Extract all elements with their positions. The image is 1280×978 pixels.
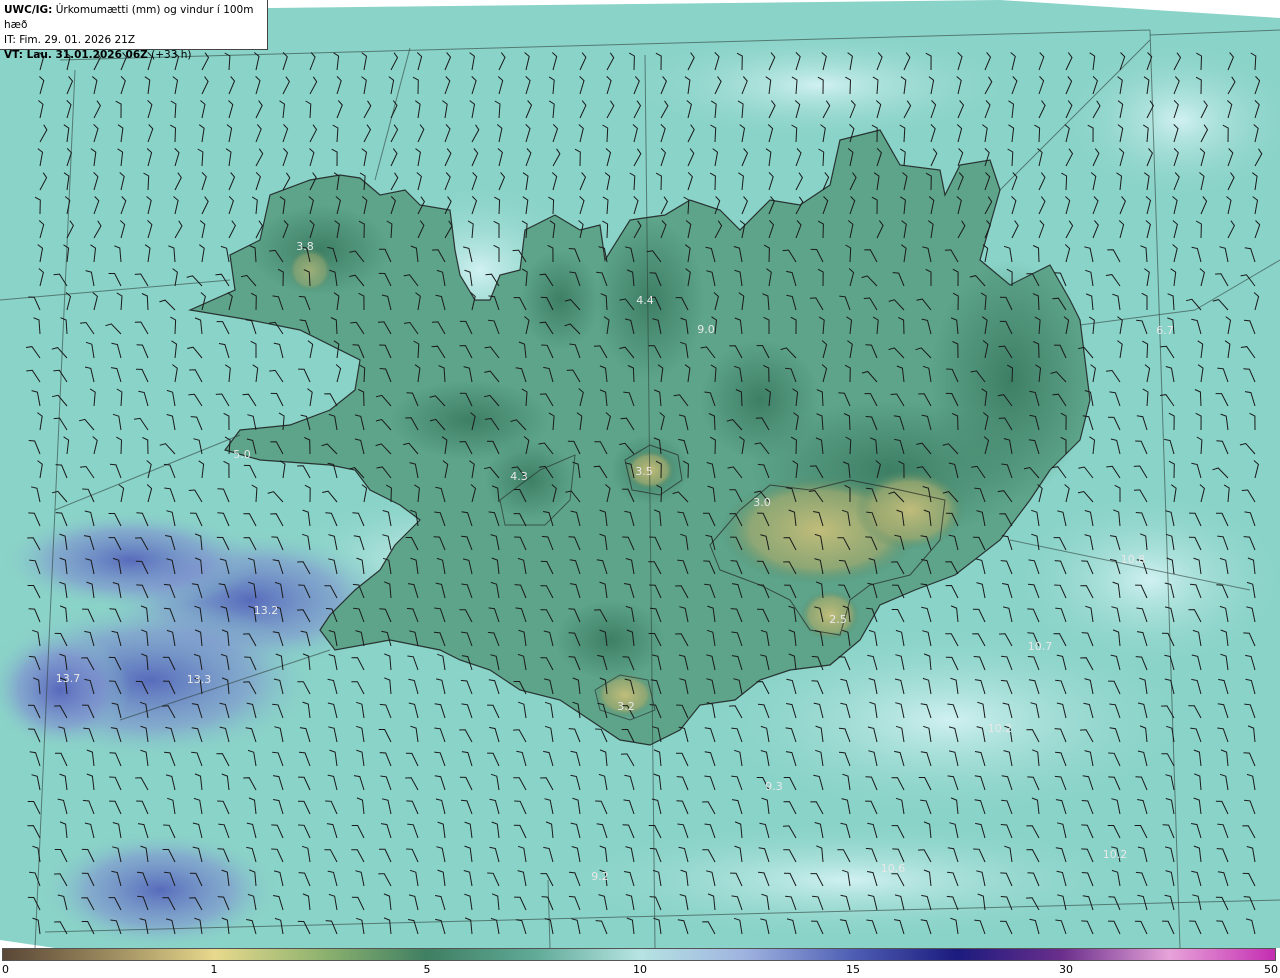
init-time: IT: Fim. 29. 01. 2026 21Z xyxy=(4,34,136,46)
title-line: UWC/IG: Úrkomumætti (mm) og vindur í 100… xyxy=(4,3,263,33)
lead-time: (+33 h) xyxy=(151,49,192,61)
precip-value-label: 9.3 xyxy=(765,780,783,793)
precip-value-label: 6.7 xyxy=(1156,324,1174,337)
colorbar-tick: 10 xyxy=(633,963,647,976)
colorbar-tick: 1 xyxy=(210,963,218,976)
precip-value-label: 9.0 xyxy=(697,323,715,336)
precip-value-label: 5.0 xyxy=(233,448,251,461)
valid-time: VT: Lau. 31.01.2026 06Z xyxy=(4,49,148,61)
precip-value-label: 13.3 xyxy=(187,673,212,686)
precip-value-label: 10.8 xyxy=(1121,553,1146,566)
info-box: UWC/IG: Úrkomumætti (mm) og vindur í 100… xyxy=(0,0,268,61)
colorbar-tick: 15 xyxy=(846,963,860,976)
colorbar-legend: 0 1 5 10 15 30 50 xyxy=(0,948,1280,978)
precip-value-label: 3.8 xyxy=(296,240,314,253)
colorbar-tick: 50 xyxy=(1264,963,1278,976)
valid-time-line: VT: Lau. 31.01.2026 06Z (+33 h) xyxy=(4,48,263,63)
colorbar-tick: 0 xyxy=(2,963,9,976)
precip-value-label: 10.6 xyxy=(881,862,906,875)
colorbar-tick: 5 xyxy=(423,963,431,976)
precip-value-label: 2.5 xyxy=(829,613,847,626)
precip-value-label: 10.2 xyxy=(1103,848,1128,861)
precip-value-label: 13.2 xyxy=(254,604,279,617)
precip-value-label: 13.7 xyxy=(56,672,81,685)
precip-value-label: 9.2 xyxy=(591,870,609,883)
precip-value-label: 4.3 xyxy=(510,470,528,483)
precip-value-label: 3.2 xyxy=(617,700,635,713)
colorbar-tick: 30 xyxy=(1059,963,1073,976)
map-canvas: 3.8 4.4 6.7 9.0 5.0 4.3 3.5 3.0 2.5 3.2 13.2 13.7 13… xyxy=(0,0,1280,950)
forecast-map: 3.8 4.4 6.7 9.0 5.0 4.3 3.5 3.0 2.5 3.2 13.2 13.7 13… xyxy=(0,0,1280,950)
colorbar xyxy=(2,948,1276,961)
model-name: UWC/IG: xyxy=(4,4,53,16)
precip-value-label: 10.7 xyxy=(1028,640,1053,653)
precip-value-label: 10.2 xyxy=(988,722,1013,735)
precip-value-label: 4.4 xyxy=(636,294,654,307)
precip-value-label: 3.5 xyxy=(635,465,653,478)
precip-value-label: 3.0 xyxy=(753,496,771,509)
